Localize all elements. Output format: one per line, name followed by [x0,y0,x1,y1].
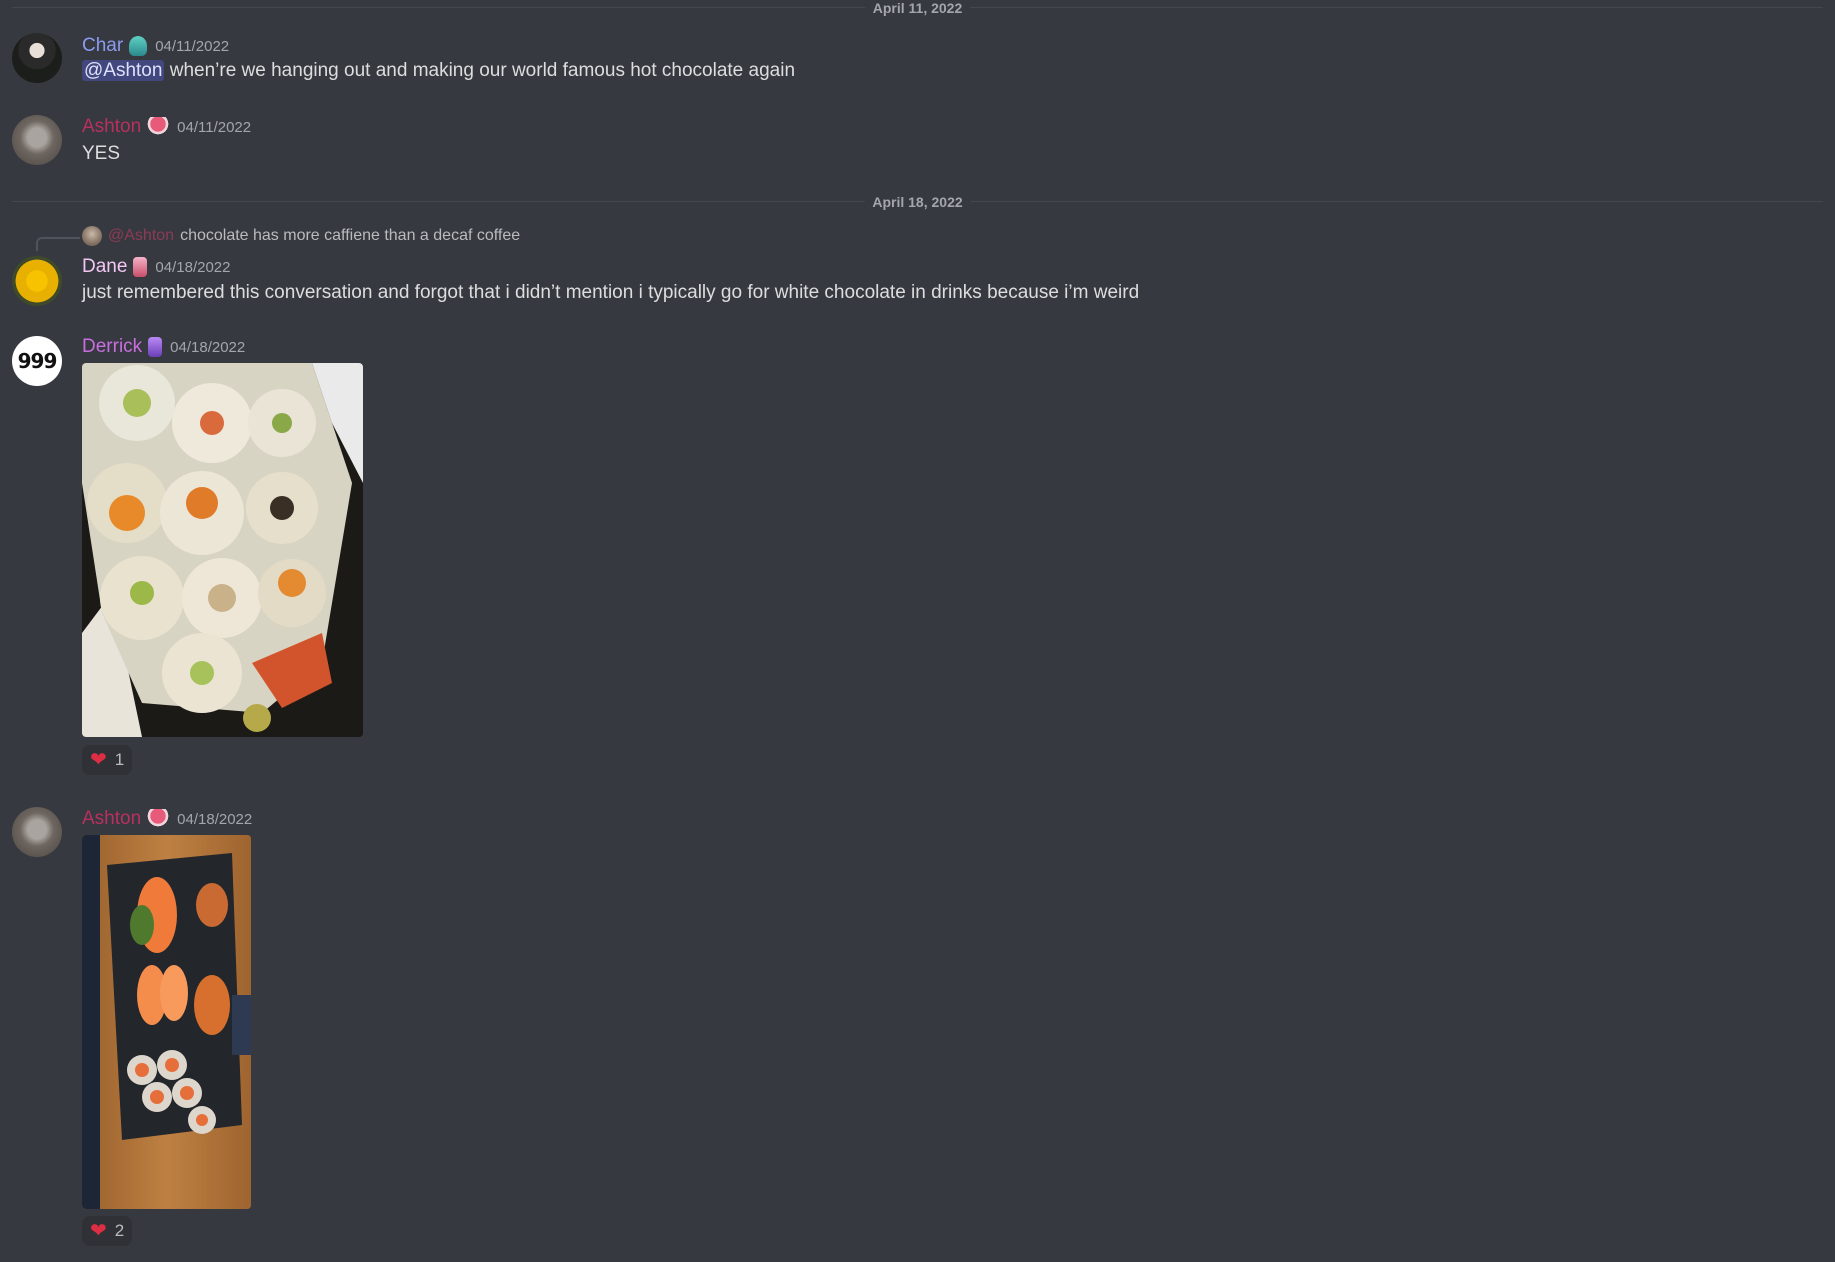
timestamp: 04/18/2022 [177,810,253,828]
timestamp: 04/11/2022 [155,37,230,55]
mushroom-icon [147,809,170,829]
reply-text: chocolate has more caffiene than a decaf… [180,227,521,244]
date-divider-label: April 11, 2022 [864,0,971,16]
date-divider-label: April 18, 2022 [864,194,971,210]
sushi-rolls-image[interactable] [82,363,363,737]
reply-preview[interactable]: @Ashton chocolate has more caffiene than… [82,225,520,247]
heart-icon: ❤ [90,749,107,771]
reply-avatar [82,226,102,246]
date-divider: April 18, 2022 [12,194,1823,210]
username[interactable]: Dane [82,256,127,278]
message-header: Ashton 04/18/2022 [82,807,252,831]
avatar-derrick[interactable]: 999 [12,336,62,386]
message-text: YES [82,143,121,164]
sashimi-platter-image [82,835,251,1209]
message-text: just remembered this conversation and fo… [82,282,1140,303]
message-text: when’re we hanging out and making our wo… [169,60,796,81]
message-header: Derrick 04/18/2022 [82,335,245,359]
reaction-heart[interactable]: ❤ 2 [82,1216,133,1246]
role-icon [133,257,148,277]
timestamp: 04/11/2022 [177,118,252,136]
date-divider: April 11, 2022 [12,0,1823,16]
username[interactable]: Ashton [82,808,141,830]
timestamp: 04/18/2022 [170,338,246,356]
avatar-ashton[interactable] [12,807,62,857]
user-mention[interactable]: @Ashton [82,60,165,81]
role-icon [129,36,148,56]
message-header: Char 04/11/2022 [82,34,229,58]
avatar-char[interactable] [12,33,62,83]
sashimi-platter-image[interactable] [82,835,251,1209]
avatar-dane[interactable] [12,256,62,306]
reply-spine [36,237,80,251]
timestamp: 04/18/2022 [155,258,231,276]
heart-icon: ❤ [90,1220,107,1242]
avatar-text: 999 [17,349,58,373]
username[interactable]: Ashton [82,116,141,138]
reply-mention[interactable]: @Ashton [108,227,174,245]
sushi-rolls-image [82,363,363,737]
username[interactable]: Derrick [82,336,142,358]
message-content: @Ashton when’re we hanging out and makin… [82,60,795,82]
reaction-count: 2 [114,1221,125,1240]
role-icon [148,337,163,357]
reaction-count: 1 [114,750,125,769]
avatar-ashton[interactable] [12,115,62,165]
reaction-heart[interactable]: ❤ 1 [82,745,133,775]
username[interactable]: Char [82,35,123,57]
message-header: Dane 04/18/2022 [82,255,231,279]
message-header: Ashton 04/11/2022 [82,115,251,139]
mushroom-icon [147,117,170,137]
